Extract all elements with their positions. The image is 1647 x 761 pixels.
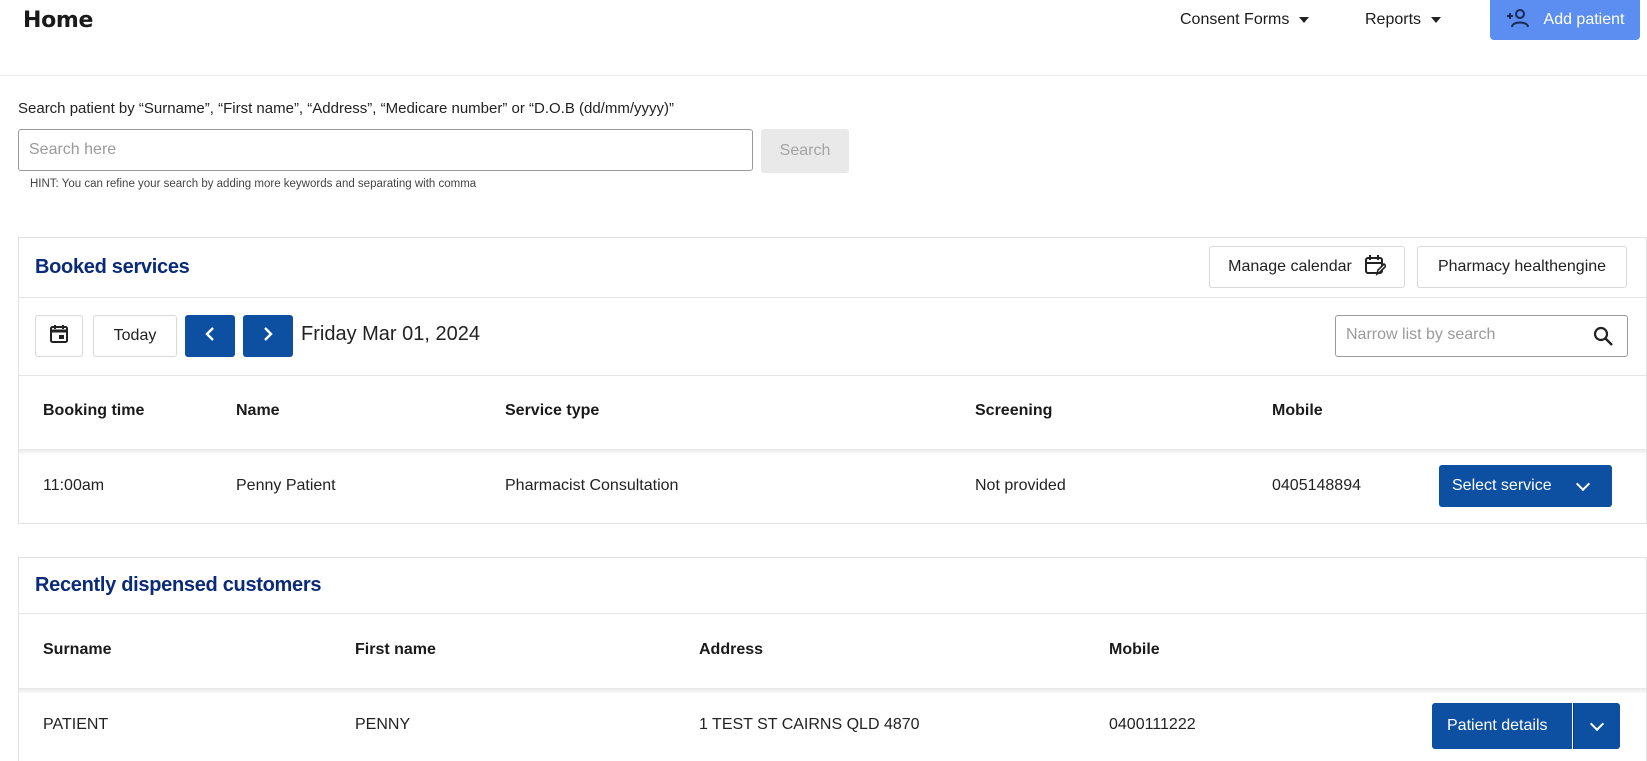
caret-down-icon — [1299, 17, 1310, 23]
calendar-edit-icon — [1364, 254, 1387, 281]
previous-day-button[interactable] — [185, 315, 235, 357]
address-cell: 1 TEST ST CAIRNS QLD 4870 — [699, 716, 920, 733]
mobile-cell: 0405148894 — [1272, 477, 1361, 494]
chevron-down-icon — [1589, 716, 1605, 731]
patient-details-button[interactable]: Patient details — [1432, 703, 1572, 749]
consent-forms-label: Consent Forms — [1180, 11, 1290, 28]
caret-down-icon — [1431, 17, 1442, 23]
surname-cell: PATIENT — [43, 716, 109, 733]
narrow-search-field[interactable] — [1335, 315, 1628, 357]
recent-customers-title: Recently dispensed customers — [35, 574, 322, 596]
divider — [19, 613, 1646, 614]
chevron-right-icon — [262, 326, 274, 346]
page-title: Home — [23, 8, 94, 33]
add-patient-label: Add patient — [1543, 11, 1625, 28]
name-cell: Penny Patient — [236, 477, 336, 494]
column-header-mobile: Mobile — [1272, 402, 1323, 419]
select-service-label: Select service — [1452, 477, 1552, 494]
narrow-search-input[interactable] — [1346, 326, 1586, 344]
person-add-icon — [1506, 8, 1530, 33]
patient-search-input[interactable] — [18, 129, 753, 171]
next-day-button[interactable] — [243, 315, 293, 357]
booking-time-cell: 11:00am — [43, 477, 105, 494]
mobile-cell: 0400111222 — [1109, 716, 1196, 733]
add-patient-button[interactable]: Add patient — [1490, 0, 1640, 40]
search-hint: HINT: You can refine your search by addi… — [30, 178, 477, 190]
header-shadow — [19, 688, 1646, 694]
manage-calendar-button[interactable]: Manage calendar — [1209, 246, 1405, 288]
recent-customers-panel: Recently dispensed customers Surname Fir… — [18, 557, 1647, 761]
patient-details-dropdown-button[interactable] — [1573, 703, 1620, 749]
column-header-screening: Screening — [975, 402, 1053, 419]
calendar-icon — [49, 324, 69, 349]
column-header-first-name: First name — [355, 641, 436, 658]
chevron-down-icon — [1575, 476, 1590, 491]
pharmacy-healthengine-button[interactable]: Pharmacy healthengine — [1417, 246, 1627, 288]
manage-calendar-label: Manage calendar — [1228, 258, 1352, 275]
select-service-button[interactable]: Select service — [1439, 465, 1612, 507]
patient-details-split-button: Patient details — [1432, 703, 1620, 749]
reports-label: Reports — [1365, 11, 1422, 28]
search-button[interactable]: Search — [761, 129, 849, 173]
column-header-surname: Surname — [43, 641, 112, 658]
current-date: Friday Mar 01, 2024 — [301, 323, 480, 345]
divider — [19, 375, 1646, 376]
consent-forms-dropdown[interactable]: Consent Forms — [1180, 11, 1310, 29]
first-name-cell: PENNY — [355, 716, 411, 733]
booked-services-title: Booked services — [35, 256, 190, 278]
reports-dropdown[interactable]: Reports — [1365, 11, 1442, 29]
header-shadow — [19, 449, 1646, 455]
column-header-booking-time: Booking time — [43, 402, 145, 419]
top-bar: Home Consent Forms Reports Add patient — [0, 0, 1647, 76]
service-type-cell: Pharmacist Consultation — [505, 477, 679, 494]
column-header-address: Address — [699, 641, 764, 658]
search-label: Search patient by “Surname”, “First name… — [18, 100, 675, 117]
divider — [19, 297, 1646, 298]
today-button[interactable]: Today — [93, 315, 177, 357]
booked-services-panel: Booked services Manage calendar Pharmacy… — [18, 237, 1647, 524]
chevron-left-icon — [204, 326, 216, 346]
search-icon[interactable] — [1593, 326, 1613, 351]
column-header-name: Name — [236, 402, 280, 419]
date-picker-button[interactable] — [35, 315, 83, 357]
column-header-mobile: Mobile — [1109, 641, 1160, 658]
screening-cell: Not provided — [975, 477, 1066, 494]
column-header-service-type: Service type — [505, 402, 600, 419]
